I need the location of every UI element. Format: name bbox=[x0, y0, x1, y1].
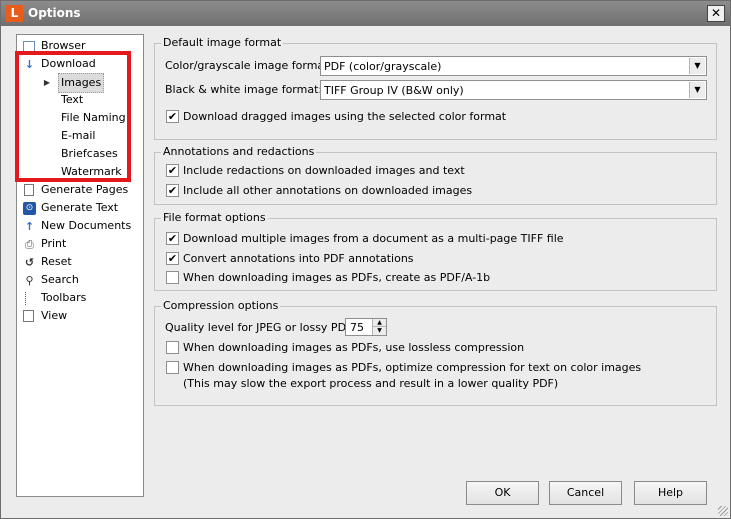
chevron-down-icon[interactable]: ▼ bbox=[689, 82, 705, 98]
printer-icon: ⎙ bbox=[25, 238, 34, 251]
generate-text-icon: ⊙ bbox=[23, 202, 36, 215]
bw-format-label: Black & white image format: bbox=[165, 83, 323, 96]
tree-item-label: Print bbox=[41, 237, 67, 250]
window-title: Options bbox=[28, 6, 81, 20]
lossless-compression-checkbox[interactable] bbox=[166, 341, 179, 354]
convert-annotations-checkbox[interactable]: ✔ bbox=[166, 252, 179, 265]
spinner-buttons: ▲ ▼ bbox=[372, 319, 386, 335]
group-title: Default image format bbox=[161, 36, 284, 49]
tree-item-label: Text bbox=[61, 93, 84, 106]
compression-group: Compression options Quality level for JP… bbox=[154, 299, 717, 406]
app-logo-icon: L bbox=[6, 5, 23, 22]
lossless-compression-label: When downloading images as PDFs, use los… bbox=[183, 341, 525, 354]
tree-item-label: E-mail bbox=[61, 129, 96, 142]
tree-item-label: Images bbox=[58, 73, 105, 93]
group-title: Annotations and redactions bbox=[161, 145, 317, 158]
convert-annotations-label: Convert annotations into PDF annotations bbox=[183, 252, 414, 265]
spin-up-icon[interactable]: ▲ bbox=[373, 319, 386, 327]
default-image-format-group: Default image format Color/grayscale ima… bbox=[154, 36, 717, 140]
annotations-group: Annotations and redactions ✔ Include red… bbox=[154, 145, 717, 205]
tree-item-label: Generate Text bbox=[41, 201, 119, 214]
tree-item-label: View bbox=[41, 309, 68, 322]
options-dialog: L Options ✕ Browser ↓ Download ▶ Images … bbox=[0, 0, 731, 519]
upload-arrow-icon: ↑ bbox=[24, 220, 35, 233]
help-button[interactable]: Help bbox=[634, 481, 707, 505]
spin-down-icon[interactable]: ▼ bbox=[373, 327, 386, 335]
download-arrow-icon: ↓ bbox=[24, 58, 35, 71]
group-title: Compression options bbox=[161, 299, 281, 312]
tree-item-label: Briefcases bbox=[61, 147, 118, 160]
page-icon bbox=[24, 184, 34, 196]
tree-item-label: Generate Pages bbox=[41, 183, 129, 196]
optimize-compression-checkbox[interactable] bbox=[166, 361, 179, 374]
ok-button[interactable]: OK bbox=[466, 481, 539, 505]
dragged-images-checkbox[interactable]: ✔ bbox=[166, 110, 179, 123]
include-redactions-checkbox[interactable]: ✔ bbox=[166, 164, 179, 177]
tree-item-label: Search bbox=[41, 273, 79, 286]
quality-level-label: Quality level for JPEG or lossy PDF: bbox=[165, 321, 356, 334]
optimize-compression-note: (This may slow the export process and re… bbox=[183, 377, 559, 390]
tree-item-label: Reset bbox=[41, 255, 72, 268]
multipage-tiff-checkbox[interactable]: ✔ bbox=[166, 232, 179, 245]
browser-icon bbox=[23, 41, 35, 52]
include-annotations-label: Include all other annotations on downloa… bbox=[183, 184, 473, 197]
multipage-tiff-label: Download multiple images from a document… bbox=[183, 232, 564, 245]
magnifier-icon: ⚲ bbox=[25, 274, 34, 287]
bw-format-dropdown[interactable]: TIFF Group IV (B&W only) ▼ bbox=[320, 80, 707, 100]
options-tree: Browser ↓ Download ▶ Images Text File Na… bbox=[16, 34, 144, 497]
tree-item-label: Toolbars bbox=[41, 291, 87, 304]
tree-item-label: File Naming bbox=[61, 111, 126, 124]
chevron-down-icon[interactable]: ▼ bbox=[689, 58, 705, 74]
pdfa-checkbox[interactable] bbox=[166, 271, 179, 284]
include-redactions-label: Include redactions on downloaded images … bbox=[183, 164, 465, 177]
quality-level-value: 75 bbox=[350, 321, 364, 334]
cancel-button[interactable]: Cancel bbox=[549, 481, 622, 505]
tree-item-label: Watermark bbox=[61, 165, 122, 178]
include-annotations-checkbox[interactable]: ✔ bbox=[166, 184, 179, 197]
resize-grip-icon[interactable] bbox=[718, 506, 728, 516]
pdfa-label: When downloading images as PDFs, create … bbox=[183, 271, 491, 284]
quality-level-spinner[interactable]: 75 ▲ ▼ bbox=[345, 318, 387, 336]
optimize-compression-label: When downloading images as PDFs, optimiz… bbox=[183, 361, 642, 374]
group-title: File format options bbox=[161, 211, 268, 224]
bw-format-value: TIFF Group IV (B&W only) bbox=[324, 84, 464, 97]
title-bar[interactable]: L Options ✕ bbox=[1, 1, 730, 26]
color-format-label: Color/grayscale image format: bbox=[165, 59, 333, 72]
color-format-value: PDF (color/grayscale) bbox=[324, 60, 442, 73]
expand-arrow-icon[interactable]: ▶ bbox=[43, 76, 51, 89]
color-format-dropdown[interactable]: PDF (color/grayscale) ▼ bbox=[320, 56, 707, 76]
close-button[interactable]: ✕ bbox=[707, 5, 725, 22]
view-icon bbox=[23, 310, 34, 322]
file-format-group: File format options ✔ Download multiple … bbox=[154, 211, 717, 291]
tree-item-label: New Documents bbox=[41, 219, 132, 232]
tree-item-label: Download bbox=[41, 57, 96, 70]
reset-icon: ↺ bbox=[24, 256, 35, 269]
dragged-images-label: Download dragged images using the select… bbox=[183, 110, 507, 123]
tree-item-label: Browser bbox=[41, 39, 86, 52]
toolbar-icon bbox=[25, 292, 35, 305]
